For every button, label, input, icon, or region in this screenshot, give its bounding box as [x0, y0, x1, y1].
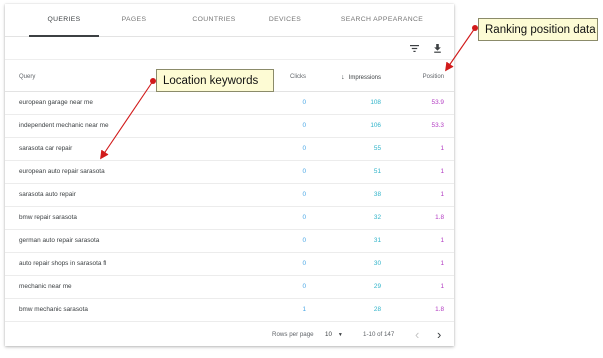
query-cell: independent mechanic near me — [19, 122, 109, 129]
impressions-cell: 30 — [373, 260, 381, 267]
impressions-cell: 32 — [373, 214, 381, 221]
location-keywords-callout: Location keywords — [156, 69, 274, 92]
table-toolbar — [5, 37, 454, 60]
column-header-impressions[interactable]: ↓ Impressions — [321, 74, 381, 81]
query-cell: german auto repair sarasota — [19, 237, 100, 244]
position-cell: 1.8 — [435, 306, 444, 313]
table-row[interactable]: mechanic near me 0 29 1 — [5, 276, 454, 299]
clicks-cell: 0 — [302, 283, 306, 290]
clicks-cell: 0 — [302, 260, 306, 267]
clicks-cell: 0 — [302, 99, 306, 106]
table-row[interactable]: german auto repair sarasota 0 31 1 — [5, 230, 454, 253]
clicks-cell: 0 — [302, 122, 306, 129]
impressions-cell: 28 — [373, 306, 381, 313]
rows-per-page-select[interactable]: 10 ▼ — [325, 331, 343, 338]
clicks-cell: 0 — [302, 145, 306, 152]
position-cell: 1 — [440, 260, 444, 267]
query-cell: sarasota car repair — [19, 145, 73, 152]
query-cell: mechanic near me — [19, 283, 72, 290]
query-cell: european auto repair sarasota — [19, 168, 105, 175]
location-callout-dot — [150, 78, 156, 84]
pagination-bar: Rows per page 10 ▼ 1-10 of 147 ‹ › — [5, 322, 454, 347]
tab-search-appearance[interactable]: SEARCH APPEARANCE — [332, 4, 432, 37]
query-cell: bmw repair sarasota — [19, 214, 77, 221]
column-header-position[interactable]: Position — [404, 74, 444, 80]
tab-devices[interactable]: DEVICES — [259, 4, 311, 37]
table-row[interactable]: sarasota auto repair 0 38 1 — [5, 184, 454, 207]
impressions-cell: 29 — [373, 283, 381, 290]
position-cell: 1 — [440, 191, 444, 198]
table-row[interactable]: european auto repair sarasota 0 51 1 — [5, 161, 454, 184]
position-cell: 1 — [440, 145, 444, 152]
position-cell: 53.3 — [431, 122, 444, 129]
impressions-cell: 38 — [373, 191, 381, 198]
impressions-cell: 51 — [373, 168, 381, 175]
ranking-callout-dot — [472, 25, 478, 31]
table-row[interactable]: independent mechanic near me 0 106 53.3 — [5, 115, 454, 138]
column-header-query[interactable]: Query — [19, 74, 35, 80]
tab-queries[interactable]: QUERIES — [29, 4, 99, 37]
impressions-cell: 55 — [373, 145, 381, 152]
position-cell: 53.9 — [431, 99, 444, 106]
dropdown-arrow-icon: ▼ — [337, 332, 343, 338]
clicks-cell: 0 — [302, 168, 306, 175]
tab-countries[interactable]: COUNTRIES — [180, 4, 248, 37]
report-tabs: QUERIES PAGES COUNTRIES DEVICES SEARCH A… — [5, 4, 454, 37]
clicks-cell: 0 — [302, 237, 306, 244]
query-cell: european garage near me — [19, 99, 93, 106]
impressions-cell: 108 — [370, 99, 381, 106]
performance-table-card: QUERIES PAGES COUNTRIES DEVICES SEARCH A… — [5, 4, 454, 346]
table-row[interactable]: bmw repair sarasota 0 32 1.8 — [5, 207, 454, 230]
clicks-cell: 0 — [302, 214, 306, 221]
position-cell: 1.8 — [435, 214, 444, 221]
table-row[interactable]: bmw mechanic sarasota 1 28 1.8 — [5, 299, 454, 322]
position-cell: 1 — [440, 283, 444, 290]
table-row[interactable]: auto repair shops in sarasota fl 0 30 1 — [5, 253, 454, 276]
previous-page-icon[interactable]: ‹ — [415, 327, 419, 342]
table-row[interactable]: sarasota car repair 0 55 1 — [5, 138, 454, 161]
table-body: european garage near me 0 108 53.9 independ… — [5, 92, 454, 322]
download-icon[interactable] — [431, 42, 444, 55]
impressions-cell: 106 — [370, 122, 381, 129]
clicks-cell: 1 — [302, 306, 306, 313]
query-cell: auto repair shops in sarasota fl — [19, 260, 107, 267]
impressions-cell: 31 — [373, 237, 381, 244]
position-cell: 1 — [440, 237, 444, 244]
rows-per-page-label: Rows per page — [272, 331, 314, 338]
clicks-cell: 0 — [302, 191, 306, 198]
query-cell: sarasota auto repair — [19, 191, 76, 198]
table-row[interactable]: european garage near me 0 108 53.9 — [5, 92, 454, 115]
sort-down-icon: ↓ — [341, 74, 345, 81]
next-page-icon[interactable]: › — [437, 327, 441, 342]
query-cell: bmw mechanic sarasota — [19, 306, 88, 313]
filter-icon[interactable] — [408, 42, 421, 55]
tab-pages[interactable]: PAGES — [109, 4, 159, 37]
position-cell: 1 — [440, 168, 444, 175]
ranking-position-callout: Ranking position data — [478, 18, 598, 41]
pagination-range: 1-10 of 147 — [363, 331, 395, 338]
